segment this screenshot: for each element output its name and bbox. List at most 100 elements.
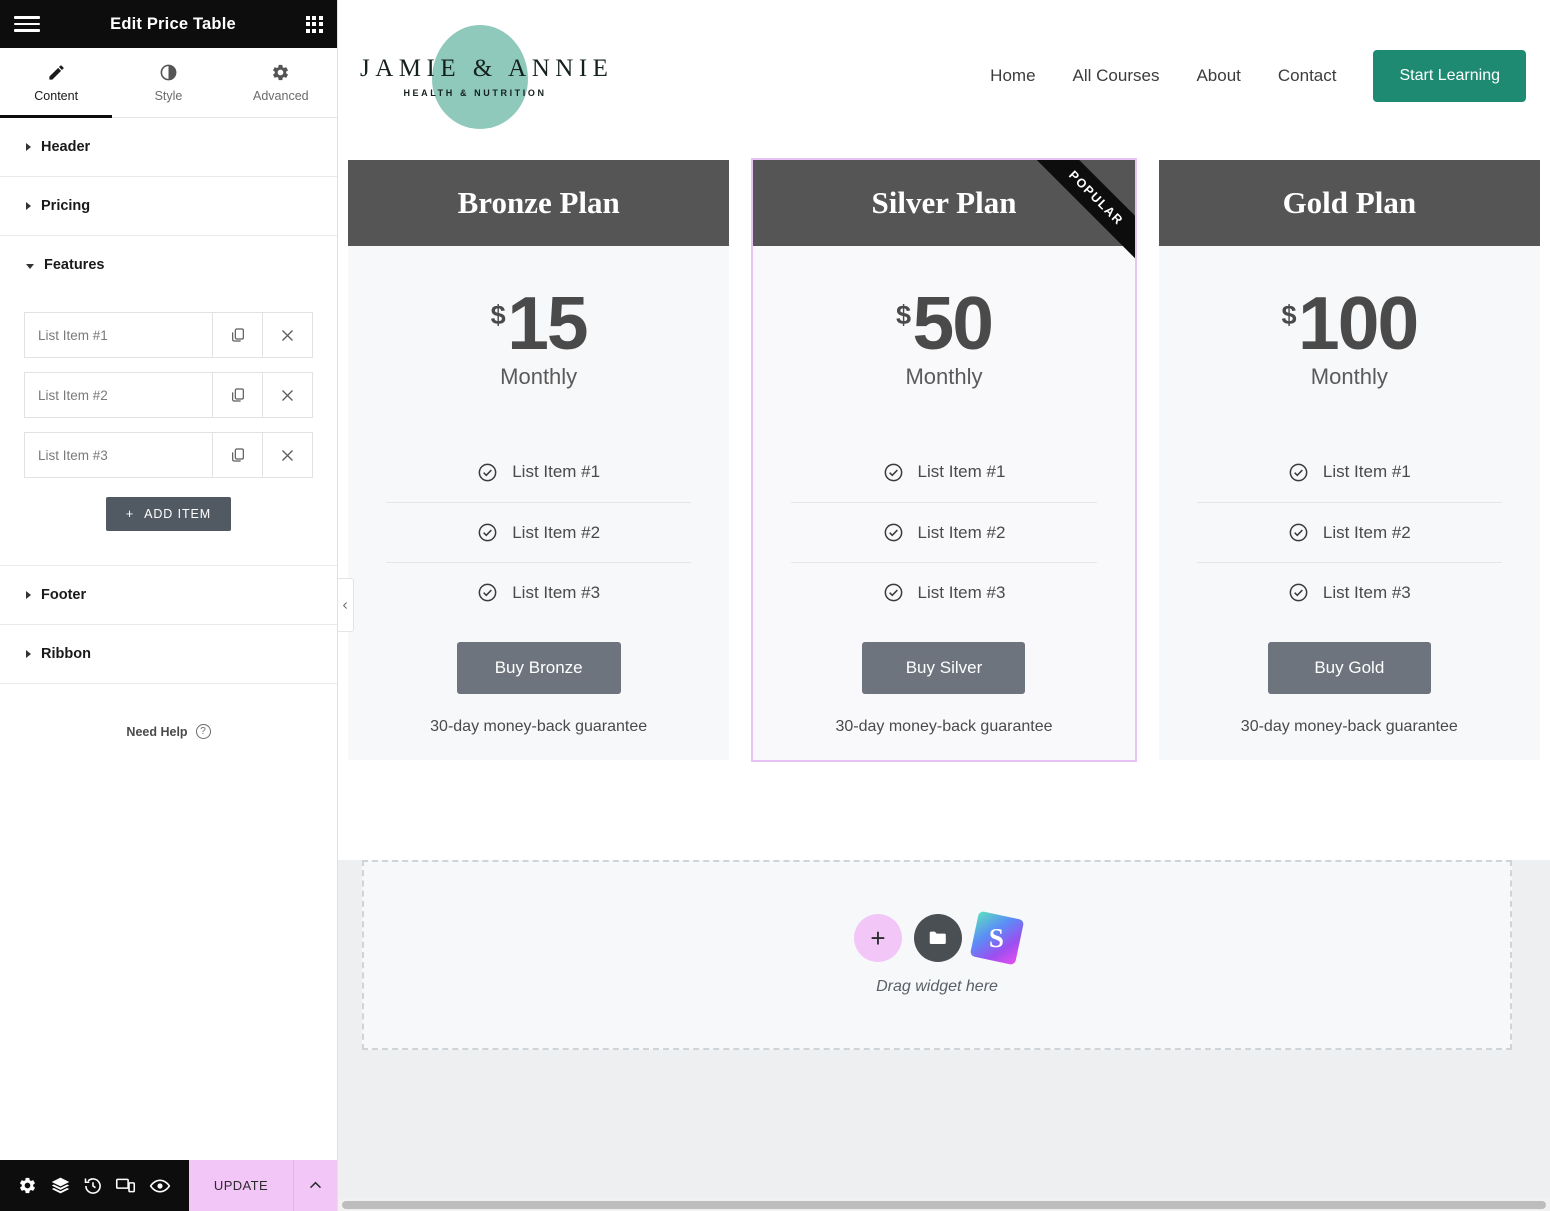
price-block: $ 100 Monthly bbox=[1159, 246, 1540, 390]
duplicate-icon[interactable] bbox=[212, 433, 262, 477]
shapes-icon[interactable]: S bbox=[969, 910, 1025, 966]
feature-label: List Item #3 bbox=[1322, 582, 1411, 602]
section-header: Header bbox=[0, 118, 337, 177]
buy-button[interactable]: Buy Silver bbox=[862, 642, 1026, 694]
settings-gear-icon[interactable] bbox=[18, 1176, 37, 1195]
empty-section: + S Drag widget here bbox=[338, 860, 1550, 1050]
feature-row: List Item #3 bbox=[1196, 562, 1502, 622]
plan-title: Bronze Plan bbox=[457, 185, 620, 220]
buy-button[interactable]: Buy Bronze bbox=[456, 642, 621, 694]
nav-item-contact[interactable]: Contact bbox=[1278, 66, 1337, 86]
feature-item-input[interactable]: List Item #3 bbox=[25, 433, 212, 477]
site-header: JAMIE & ANNIE HEALTH & NUTRITION Home Al… bbox=[338, 0, 1550, 152]
elementor-editor: Edit Price Table Content Style Advanced … bbox=[0, 0, 1550, 1211]
site-logo[interactable]: JAMIE & ANNIE HEALTH & NUTRITION bbox=[360, 21, 608, 131]
need-help-label: Need Help bbox=[126, 724, 188, 739]
price-amount: 15 bbox=[507, 281, 588, 365]
features-list: List Item #1 List Item #2 List Item #3 bbox=[1196, 442, 1502, 622]
chevron-down-icon bbox=[26, 263, 34, 269]
card-header: Gold Plan bbox=[1158, 160, 1540, 246]
editor-canvas: JAMIE & ANNIE HEALTH & NUTRITION Home Al… bbox=[338, 0, 1550, 1211]
pricing-section: Bronze Plan $ 15 Monthly List Item #1 Li… bbox=[338, 152, 1550, 762]
feature-row: List Item #3 bbox=[791, 562, 1097, 622]
close-icon[interactable] bbox=[262, 313, 312, 357]
hamburger-icon[interactable] bbox=[14, 14, 40, 34]
chevron-right-icon bbox=[26, 650, 31, 658]
repeater-item: List Item #2 bbox=[24, 372, 313, 418]
drop-widget-label: Drag widget here bbox=[876, 978, 998, 995]
check-circle-icon bbox=[1289, 583, 1308, 602]
tab-content[interactable]: Content bbox=[0, 48, 113, 118]
add-item-label: ADD ITEM bbox=[144, 507, 212, 521]
guarantee-text: 30-day money-back guarantee bbox=[1240, 718, 1458, 735]
duplicate-icon[interactable] bbox=[212, 373, 262, 417]
panel-collapse-handle[interactable] bbox=[338, 578, 354, 632]
check-circle-icon bbox=[1289, 463, 1308, 481]
shapes-glyph: S bbox=[989, 922, 1005, 953]
card-header: Bronze Plan bbox=[348, 160, 730, 246]
tab-style[interactable]: Style bbox=[112, 48, 224, 117]
card-header: Silver Plan bbox=[753, 160, 1135, 246]
preview-eye-icon[interactable] bbox=[149, 1175, 171, 1197]
currency-symbol: $ bbox=[896, 300, 911, 330]
feature-item-input[interactable]: List Item #2 bbox=[25, 373, 212, 417]
need-help[interactable]: Need Help ? bbox=[0, 684, 337, 779]
price-block: $ 50 Monthly bbox=[753, 246, 1134, 390]
add-item-button[interactable]: + ADD ITEM bbox=[105, 497, 232, 531]
drop-widget-area[interactable]: + S Drag widget here bbox=[362, 860, 1512, 1050]
horizontal-scrollbar[interactable] bbox=[338, 1198, 1550, 1211]
folder-icon[interactable] bbox=[914, 914, 962, 962]
section-ribbon-toggle[interactable]: Ribbon bbox=[0, 625, 337, 683]
section-header-toggle[interactable]: Header bbox=[0, 118, 337, 176]
feature-label: List Item #1 bbox=[512, 462, 601, 481]
section-features-toggle[interactable]: Features bbox=[0, 236, 337, 294]
chevron-right-icon bbox=[26, 202, 31, 210]
feature-label: List Item #3 bbox=[512, 582, 601, 602]
tab-style-label: Style bbox=[154, 88, 183, 103]
section-footer-toggle[interactable]: Footer bbox=[0, 566, 337, 624]
pricing-card-bronze[interactable]: Bronze Plan $ 15 Monthly List Item #1 Li… bbox=[348, 160, 730, 760]
feature-row: List Item #2 bbox=[1196, 502, 1502, 562]
nav-item-home[interactable]: Home bbox=[990, 66, 1035, 86]
section-ribbon: Ribbon bbox=[0, 625, 337, 684]
chevron-up-icon[interactable] bbox=[293, 1160, 337, 1211]
pricing-card-gold[interactable]: Gold Plan $ 100 Monthly List Item #1 Lis… bbox=[1158, 160, 1540, 760]
feature-label: List Item #2 bbox=[1322, 522, 1411, 542]
feature-label: List Item #2 bbox=[917, 522, 1006, 542]
start-learning-button[interactable]: Start Learning bbox=[1373, 50, 1526, 102]
duplicate-icon[interactable] bbox=[212, 313, 262, 357]
update-button[interactable]: UPDATE bbox=[189, 1160, 293, 1211]
feature-row: List Item #2 bbox=[791, 502, 1097, 562]
grid-apps-icon[interactable] bbox=[305, 15, 323, 33]
section-header-label: Header bbox=[41, 139, 91, 155]
contrast-icon bbox=[159, 63, 178, 82]
pricing-card-silver[interactable]: Silver Plan POPULAR $ 50 Monthly List It… bbox=[751, 158, 1137, 762]
section-pricing-toggle[interactable]: Pricing bbox=[0, 177, 337, 235]
features-list: List Item #1 List Item #2 List Item #3 bbox=[791, 442, 1097, 622]
section-features-label: Features bbox=[44, 257, 105, 273]
tab-advanced[interactable]: Advanced bbox=[225, 48, 337, 117]
panel-body: Header Pricing Features List Item #1 Lis… bbox=[0, 118, 337, 1160]
features-list: List Item #1 List Item #2 List Item #3 bbox=[386, 442, 692, 622]
repeater-item: List Item #1 bbox=[24, 312, 313, 358]
feature-row: List Item #3 bbox=[386, 562, 692, 622]
price-amount: 50 bbox=[912, 281, 994, 365]
check-circle-icon bbox=[884, 463, 902, 481]
close-icon[interactable] bbox=[262, 373, 312, 417]
close-icon[interactable] bbox=[262, 433, 312, 477]
nav-item-all-courses[interactable]: All Courses bbox=[1073, 66, 1160, 86]
buy-button[interactable]: Buy Gold bbox=[1267, 642, 1431, 694]
feature-label: List Item #1 bbox=[917, 462, 1006, 481]
tab-content-label: Content bbox=[34, 88, 79, 103]
history-icon[interactable] bbox=[83, 1176, 103, 1196]
feature-item-input[interactable]: List Item #1 bbox=[25, 313, 212, 357]
add-widget-icon[interactable]: + bbox=[854, 914, 902, 962]
nav-item-about[interactable]: About bbox=[1196, 66, 1240, 86]
check-circle-icon bbox=[1289, 523, 1308, 542]
currency-symbol: $ bbox=[490, 300, 506, 330]
question-circle-icon: ? bbox=[195, 724, 211, 739]
layers-navigator-icon[interactable] bbox=[50, 1175, 71, 1196]
responsive-mode-icon[interactable] bbox=[115, 1175, 136, 1196]
repeater-item: List Item #3 bbox=[24, 432, 313, 478]
chevron-right-icon bbox=[26, 143, 31, 151]
